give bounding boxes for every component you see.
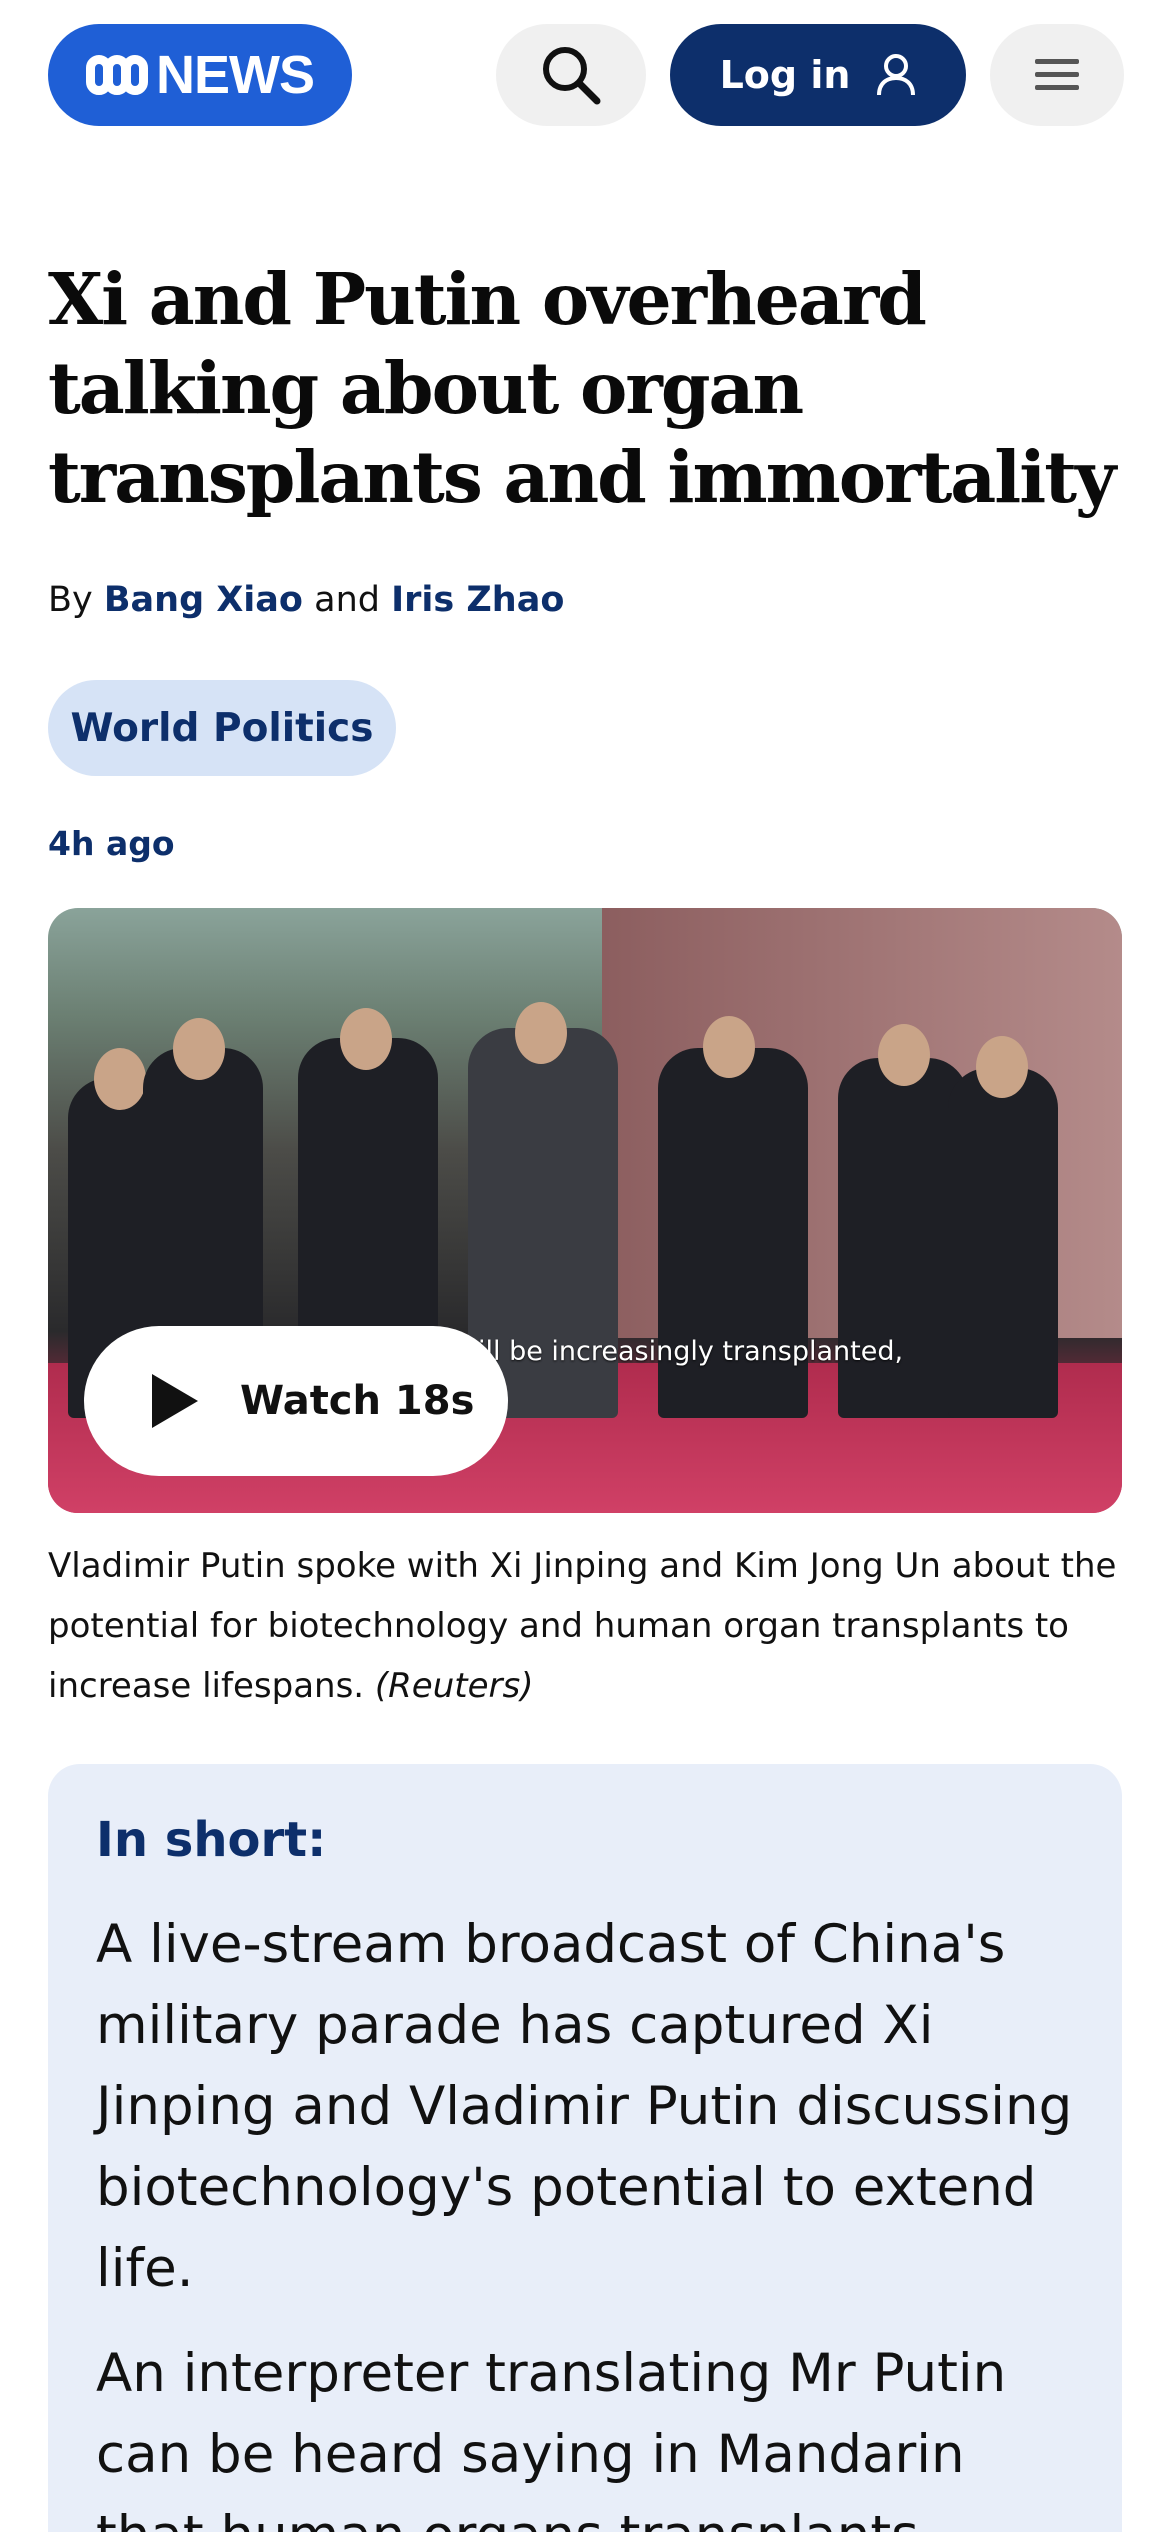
watch-label: Watch 18s [240, 1378, 475, 1424]
in-short-paragraph: A live-stream broadcast of China's milit… [96, 1914, 1073, 2299]
author-link-iris-zhao[interactable]: Iris Zhao [391, 580, 564, 620]
search-icon [543, 47, 601, 105]
image-caption: Vladimir Putin spoke with Xi Jinping and… [48, 1536, 1128, 1716]
byline-prefix: By [48, 580, 93, 620]
play-icon [152, 1374, 198, 1428]
in-short-summary: In short: A live-stream broadcast of Chi… [48, 1764, 1122, 2532]
caption-text: Vladimir Putin spoke with Xi Jinping and… [48, 1546, 1117, 1706]
abc-news-logo[interactable]: NEWS [48, 24, 352, 126]
search-button[interactable] [496, 24, 646, 126]
login-button[interactable]: Log in [670, 24, 966, 126]
menu-button[interactable] [990, 24, 1124, 126]
publish-timestamp: 4h ago [48, 824, 175, 863]
in-short-title: In short: [96, 1812, 327, 1868]
topic-tag-world-politics[interactable]: World Politics [48, 680, 396, 776]
in-short-paragraph: An interpreter translating Mr Putin can … [96, 2343, 1007, 2532]
logo-text: NEWS [156, 45, 315, 105]
abc-logo-icon [86, 55, 148, 95]
byline-conjunction: and [314, 580, 380, 620]
video-player[interactable]: ill be increasingly transplanted, Watch … [48, 908, 1122, 1513]
caption-credit: (Reuters) [374, 1666, 534, 1706]
article-headline: Xi and Putin overheard talking about org… [48, 257, 1116, 519]
login-label: Log in [719, 53, 851, 97]
video-subtitle-overlay: ill be increasingly transplanted, [478, 1336, 904, 1367]
byline: By Bang Xiao and Iris Zhao [48, 580, 564, 620]
site-header: NEWS Log in [0, 0, 1170, 150]
author-link-bang-xiao[interactable]: Bang Xiao [104, 580, 303, 620]
user-icon [877, 54, 916, 96]
menu-icon [1035, 59, 1079, 90]
watch-video-button[interactable]: Watch 18s [84, 1326, 508, 1476]
